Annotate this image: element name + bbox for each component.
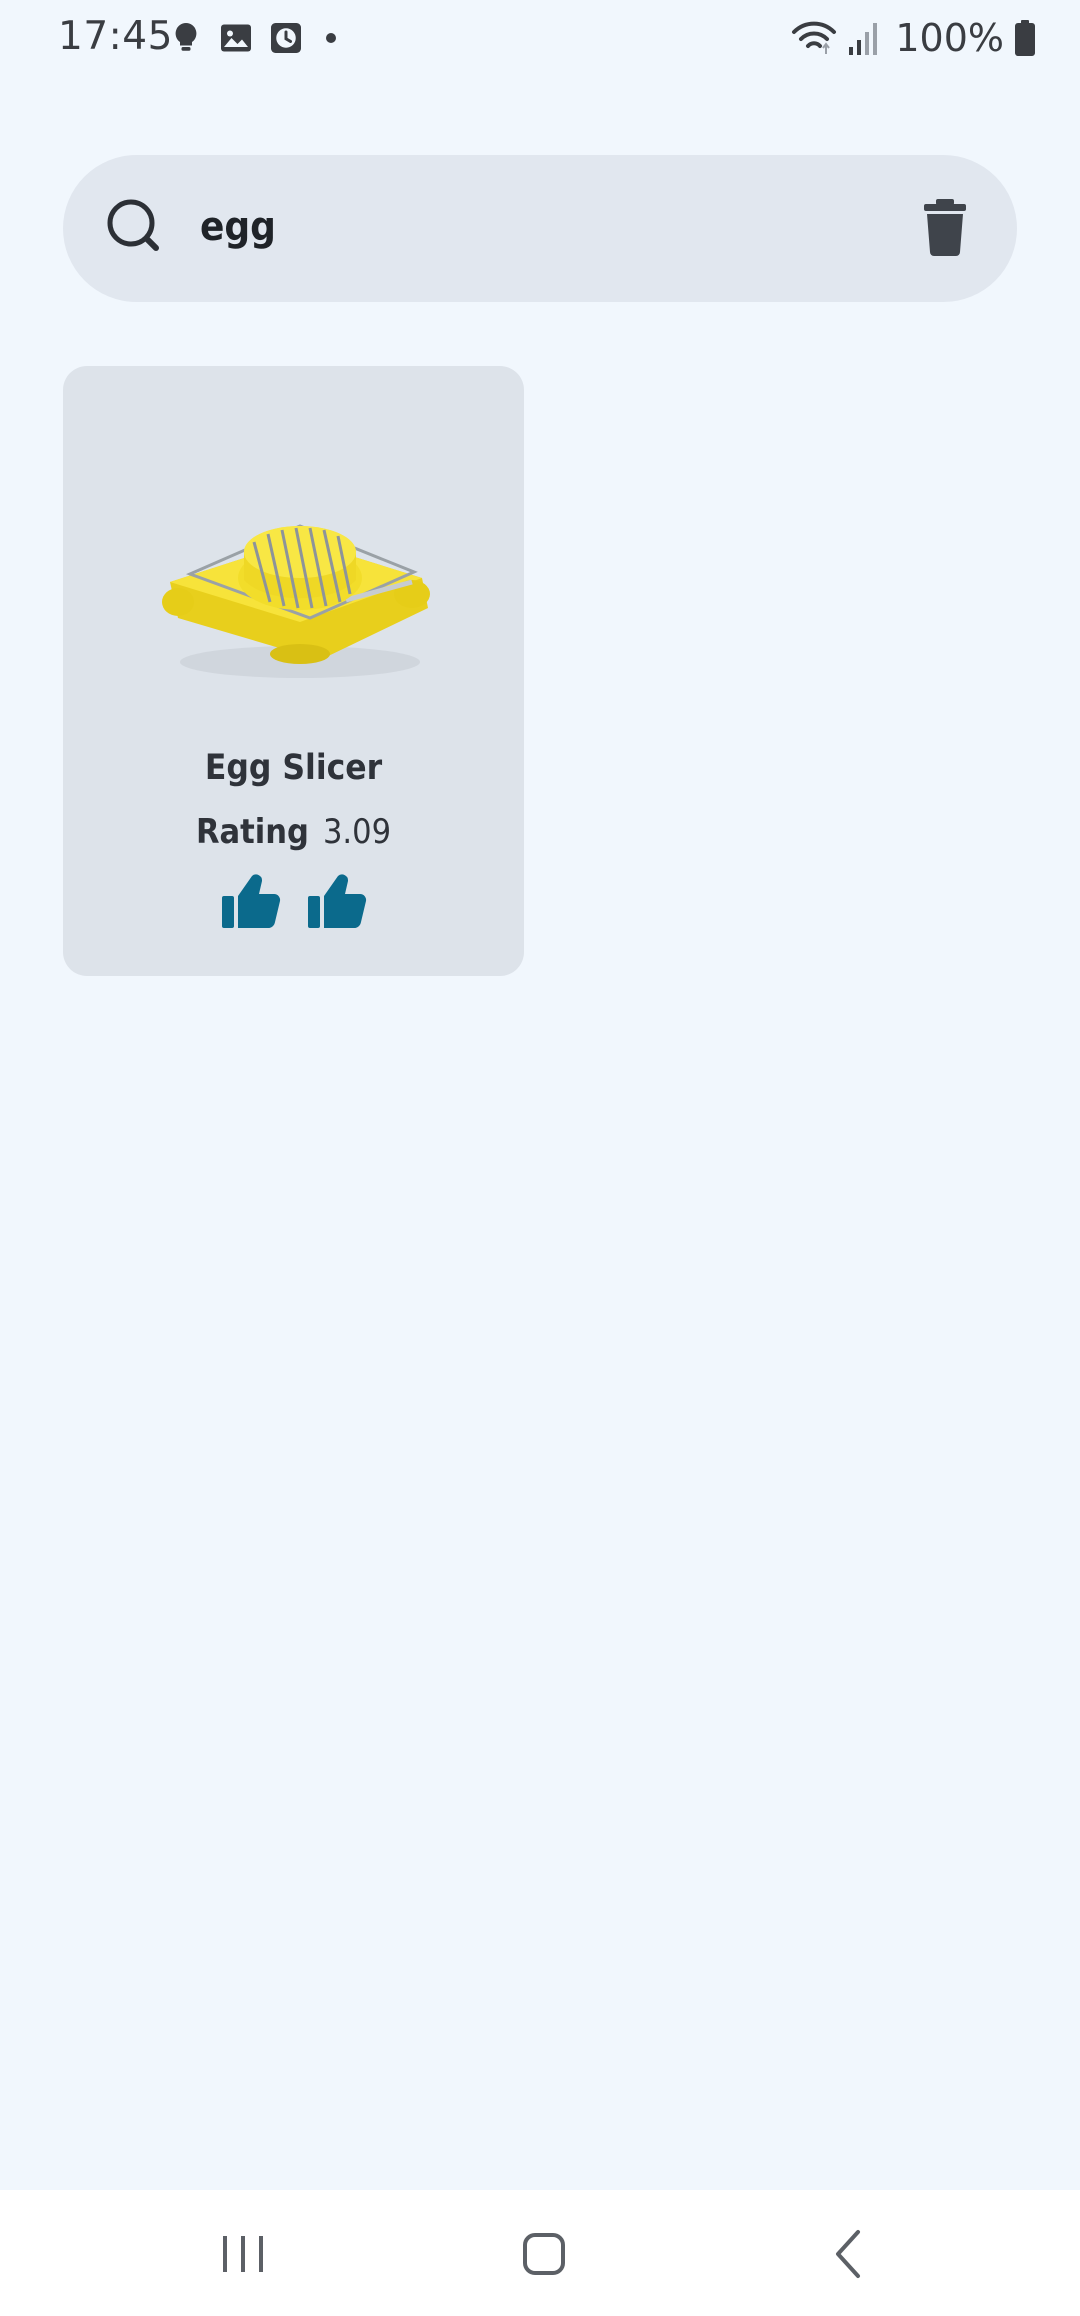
battery-icon xyxy=(1015,20,1035,56)
bulb-icon xyxy=(175,23,197,51)
thumbs-row xyxy=(63,872,524,930)
battery-percentage: 100% xyxy=(895,16,1004,60)
rating-label: Rating xyxy=(195,812,309,852)
back-icon[interactable] xyxy=(812,2222,884,2286)
dot-icon xyxy=(326,33,336,43)
status-bar: 17:45 100% xyxy=(0,0,1080,84)
trash-icon[interactable] xyxy=(922,198,968,256)
system-icons: 100% xyxy=(791,16,1036,60)
search-icon[interactable] xyxy=(104,196,166,258)
product-name: Egg Slicer xyxy=(204,748,383,788)
thumbs-up-icon xyxy=(307,874,366,929)
recents-icon[interactable] xyxy=(207,2222,279,2286)
rating-value: 3.09 xyxy=(322,812,392,852)
thumbs-up-icon xyxy=(221,874,280,929)
search-input[interactable] xyxy=(200,196,880,258)
clock-icon xyxy=(271,23,301,53)
wifi-icon xyxy=(792,21,837,54)
status-time: 17:45 xyxy=(58,14,173,59)
signal-icon xyxy=(849,23,878,55)
rating-row: Rating 3.09 xyxy=(63,812,524,852)
home-icon[interactable] xyxy=(508,2222,580,2286)
egg-slicer-image xyxy=(162,524,430,678)
notification-icons xyxy=(168,20,336,56)
image-icon xyxy=(221,24,251,52)
